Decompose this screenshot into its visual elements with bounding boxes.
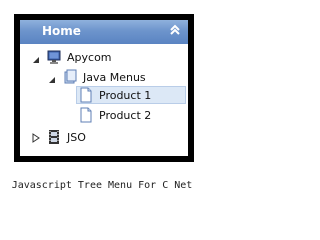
filmstrip-icon — [46, 129, 62, 148]
tree-item-label: Product 1 — [99, 89, 152, 102]
tree-item-label: Apycom — [67, 51, 112, 64]
tree-item-product-1[interactable]: Product 1 — [20, 86, 188, 106]
tree-item-java-menus[interactable]: Java Menus — [20, 68, 188, 88]
tree-item-product-2[interactable]: Product 2 — [20, 106, 188, 126]
document-icon — [78, 87, 94, 106]
collapsed-triangle-icon[interactable] — [32, 133, 40, 143]
tree-item-apycom[interactable]: Apycom — [20, 48, 188, 68]
tree-menu-panel: Home Apycom Java Menus Product 1 Product… — [20, 20, 188, 156]
double-chevron-up-icon[interactable] — [168, 24, 182, 38]
menu-header-title: Home — [42, 24, 81, 38]
expanded-triangle-icon[interactable] — [48, 74, 56, 83]
caption: Javascript Tree Menu For C Net — [11, 180, 193, 191]
menu-header[interactable]: Home — [20, 20, 188, 44]
menu-frame: Home Apycom Java Menus Product 1 Product… — [14, 14, 194, 162]
document-icon — [78, 107, 94, 126]
monitor-icon — [46, 49, 62, 68]
tree-item-label: JSO — [67, 131, 86, 144]
tree-item-label: Java Menus — [83, 71, 146, 84]
tree-item-jso[interactable]: JSO — [20, 128, 188, 148]
tree-item-label: Product 2 — [99, 109, 152, 122]
expanded-triangle-icon[interactable] — [32, 54, 40, 63]
